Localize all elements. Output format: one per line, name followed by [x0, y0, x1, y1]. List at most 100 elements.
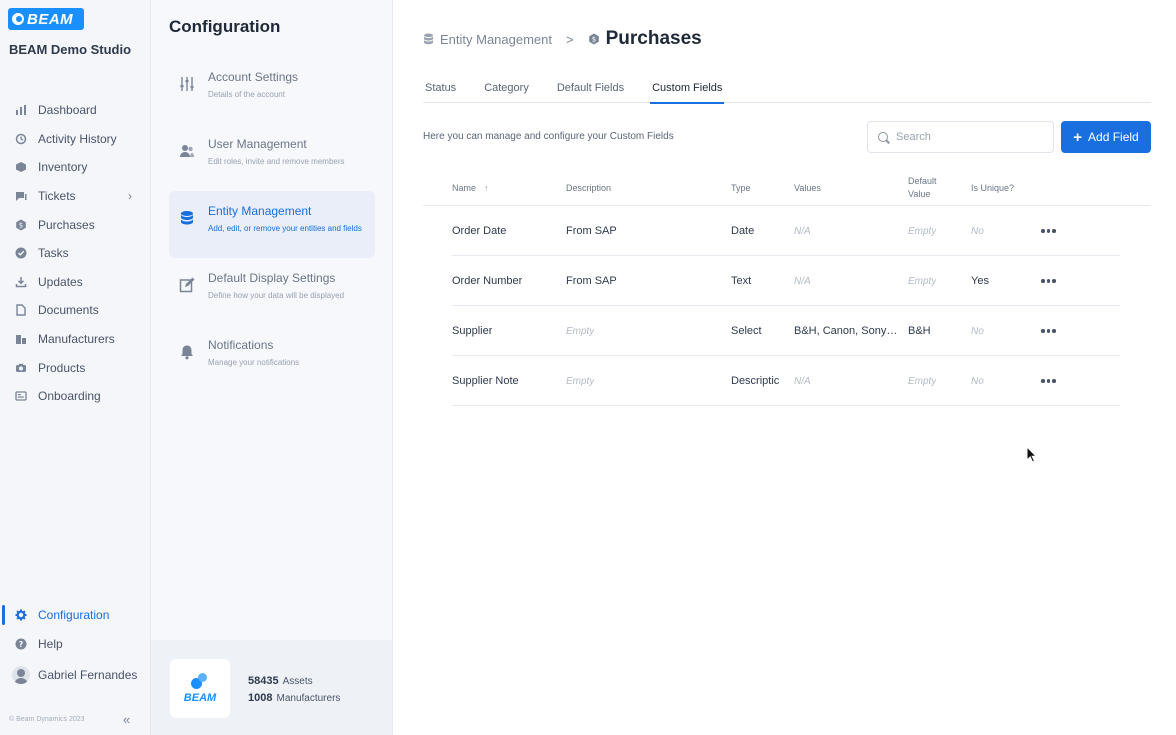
- nav-label: Onboarding: [38, 389, 101, 404]
- database-icon: [423, 33, 434, 45]
- nav-item-activity-history[interactable]: Activity History: [0, 125, 150, 154]
- cell-is-unique: No: [971, 375, 984, 387]
- header-label: Default: [908, 175, 937, 186]
- history-icon: [15, 133, 27, 145]
- cell-default-value: B&H: [908, 325, 931, 337]
- user-profile[interactable]: Gabriel Fernandes: [0, 658, 150, 692]
- menu-item-title: User Management: [208, 137, 307, 151]
- nav-label: Manufacturers: [38, 332, 115, 347]
- nav-item-tasks[interactable]: Tasks: [0, 239, 150, 268]
- nav-label: Dashboard: [38, 103, 97, 118]
- main-sidebar: BEAM BEAM Demo Studio Dashboard Activity…: [0, 0, 151, 735]
- configuration-panel: Configuration Account Settings Details o…: [151, 0, 393, 735]
- cell-values: N/A: [794, 375, 811, 387]
- add-field-button[interactable]: + Add Field: [1061, 121, 1151, 153]
- cell-is-unique: No: [971, 325, 984, 337]
- nav-item-tickets[interactable]: Tickets ›: [0, 182, 150, 211]
- database-icon: [179, 210, 195, 226]
- menu-item-default-display-settings[interactable]: Default Display Settings Define how your…: [169, 258, 375, 325]
- edit-icon: [179, 277, 195, 293]
- cell-values: N/A: [794, 225, 811, 237]
- cell-type: Descriptic: [731, 375, 780, 387]
- table-row[interactable]: Order Number From SAP Text N/A Empty Yes: [452, 256, 1120, 306]
- nav-item-onboarding[interactable]: Onboarding: [0, 382, 150, 411]
- table-row[interactable]: Order Date From SAP Date N/A Empty No: [452, 206, 1120, 256]
- nav-item-updates[interactable]: Updates: [0, 268, 150, 297]
- tab-category[interactable]: Category: [482, 82, 531, 103]
- more-options-icon[interactable]: [1041, 256, 1056, 306]
- stats-text: 58435 Assets 1008 Manufacturers: [248, 673, 340, 707]
- nav-item-help[interactable]: ? Help: [0, 630, 150, 659]
- nav-item-dashboard[interactable]: Dashboard: [0, 96, 150, 125]
- assets-label: Assets: [282, 676, 313, 687]
- nav-item-manufacturers[interactable]: Manufacturers: [0, 325, 150, 354]
- search-input[interactable]: [896, 131, 1046, 143]
- sort-ascending-icon[interactable]: ↑: [484, 183, 489, 193]
- nav-label: Updates: [38, 274, 83, 289]
- logo-text: BEAM: [183, 692, 217, 704]
- breadcrumb: Entity Management > $ Purchases: [423, 28, 702, 50]
- table-header: Name ↑ Description Type Values Default V…: [423, 169, 1151, 206]
- column-header-default-value: Default Value: [908, 169, 937, 206]
- more-options-icon[interactable]: [1041, 306, 1056, 356]
- column-header-is-unique: Is Unique?: [971, 182, 1015, 193]
- check-circle-icon: [15, 247, 27, 259]
- nav-label: Inventory: [38, 160, 88, 175]
- menu-item-title: Notifications: [208, 338, 274, 352]
- manufacturers-label: Manufacturers: [276, 693, 341, 704]
- building-icon: [15, 333, 27, 345]
- sidebar-bottom: Configuration ? Help Gabriel Fernandes: [0, 601, 150, 692]
- nav-item-inventory[interactable]: Inventory: [0, 153, 150, 182]
- studio-name: BEAM Demo Studio: [9, 42, 132, 57]
- table-row[interactable]: Supplier Empty Select B&H, Canon, Sony… …: [452, 306, 1120, 356]
- more-options-icon[interactable]: [1041, 206, 1056, 256]
- config-menu: Account Settings Details of the account …: [169, 57, 375, 392]
- nav-item-documents[interactable]: Documents: [0, 296, 150, 325]
- chevron-right-icon[interactable]: ›: [128, 189, 132, 203]
- nav-item-products[interactable]: Products: [0, 353, 150, 382]
- bar-chart-icon: [15, 104, 27, 116]
- nav-item-configuration[interactable]: Configuration: [0, 601, 150, 630]
- beam-logo[interactable]: BEAM: [8, 8, 84, 30]
- beam-logo-icon: [12, 13, 24, 25]
- nav-label: Documents: [38, 303, 99, 318]
- logo-text: BEAM: [27, 10, 74, 28]
- dollar-badge-icon: $: [588, 33, 600, 45]
- menu-item-title: Account Settings: [208, 70, 299, 84]
- menu-item-account-settings[interactable]: Account Settings Details of the account: [169, 57, 375, 124]
- add-field-label: Add Field: [1088, 130, 1139, 144]
- more-options-icon[interactable]: [1041, 356, 1056, 406]
- search-box: [867, 121, 1054, 153]
- avatar: [12, 666, 30, 685]
- cell-is-unique: No: [971, 225, 984, 237]
- menu-item-user-management[interactable]: User Management Edit roles, invite and r…: [169, 124, 375, 191]
- cell-description: Empty: [566, 325, 595, 337]
- tab-custom-fields[interactable]: Custom Fields: [650, 82, 725, 104]
- entity-tabs: Status Category Default Fields Custom Fi…: [423, 82, 1151, 104]
- account-stats: BEAM 58435 Assets 1008 Manufacturers: [151, 640, 392, 735]
- column-header-name[interactable]: Name ↑: [452, 169, 489, 206]
- table-row[interactable]: Supplier Note Empty Descriptic N/A Empty…: [452, 356, 1120, 406]
- manufacturers-count: 1008: [248, 692, 273, 704]
- tab-status[interactable]: Status: [423, 82, 458, 103]
- nav-item-purchases[interactable]: $ Purchases: [0, 210, 150, 239]
- help-icon: ?: [15, 638, 27, 650]
- document-icon: [15, 304, 27, 317]
- main-content: Entity Management > $ Purchases Status C…: [393, 0, 1176, 735]
- tab-default-fields[interactable]: Default Fields: [555, 82, 626, 103]
- menu-item-entity-management[interactable]: Entity Management Add, edit, or remove y…: [169, 191, 375, 258]
- cell-name: Supplier Note: [452, 375, 519, 387]
- breadcrumb-parent-link[interactable]: Entity Management: [440, 32, 552, 47]
- cell-values: N/A: [794, 275, 811, 287]
- menu-item-notifications[interactable]: Notifications Manage your notifications: [169, 325, 375, 392]
- camera-icon: [15, 362, 27, 374]
- custom-fields-table: Name ↑ Description Type Values Default V…: [423, 169, 1151, 406]
- menu-item-subtitle: Edit roles, invite and remove members: [208, 157, 345, 166]
- nav-label: Tickets: [38, 189, 76, 204]
- column-header-values: Values: [794, 182, 821, 193]
- collapse-sidebar-icon[interactable]: «: [123, 712, 130, 727]
- gear-icon: [15, 609, 27, 621]
- column-header-type: Type: [731, 182, 751, 193]
- cell-default-value: Empty: [908, 375, 937, 387]
- nav-label: Purchases: [38, 217, 95, 232]
